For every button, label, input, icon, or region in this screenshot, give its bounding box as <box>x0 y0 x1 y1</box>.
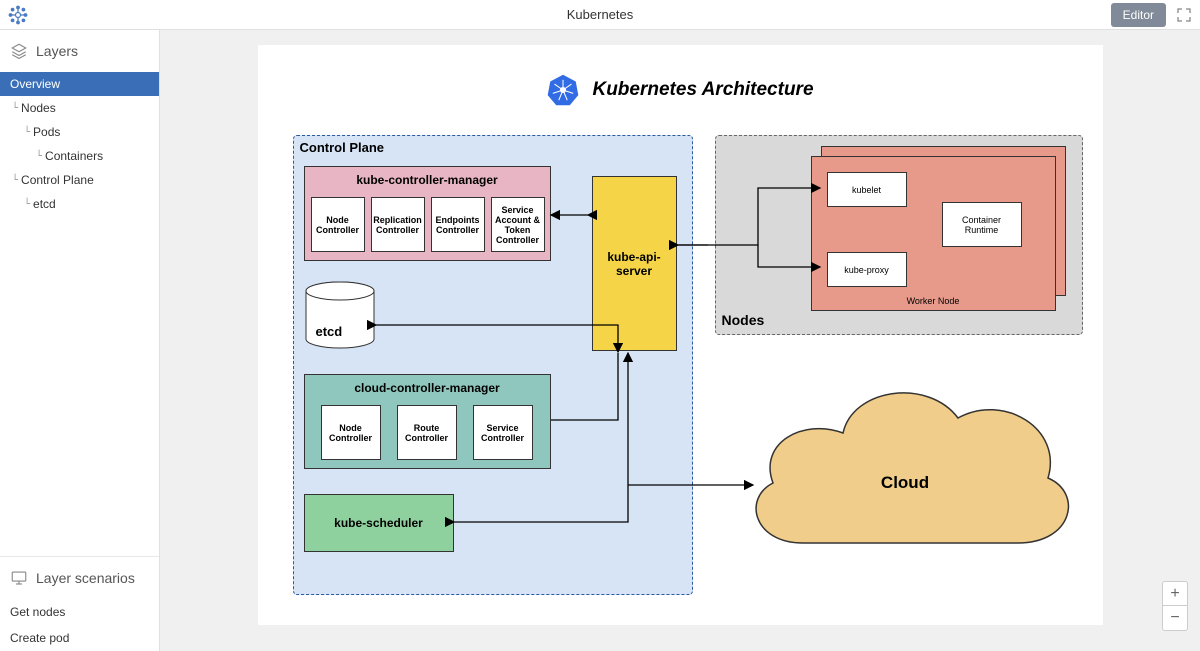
tree-item-control-plane[interactable]: └Control Plane <box>0 168 159 192</box>
scheduler-box: kube-scheduler <box>304 494 454 552</box>
diagram-title: Kubernetes Architecture <box>592 79 813 101</box>
kcm-ep-ctrl: Endpoints Controller <box>431 197 485 252</box>
scenario-create-pod[interactable]: Create pod <box>0 625 159 651</box>
layer-tree: Overview └Nodes └Pods └Containers └Contr… <box>0 72 159 216</box>
kcm-box: kube-controller-manager Node Controller … <box>304 166 551 261</box>
monitor-icon <box>10 569 28 587</box>
scheduler-label: kube-scheduler <box>334 516 423 530</box>
control-plane-box: Control Plane kube-controller-manager No… <box>293 135 693 595</box>
nodes-label: Nodes <box>722 312 765 328</box>
kcm-node-ctrl: Node Controller <box>311 197 365 252</box>
kcm-title: kube-controller-manager <box>305 167 550 187</box>
nodes-box: Nodes kubelet kube-proxy Container Runti… <box>715 135 1083 335</box>
topbar: Kubernetes Editor <box>0 0 1200 30</box>
control-plane-label: Control Plane <box>300 140 385 155</box>
tree-item-pods[interactable]: └Pods <box>0 120 159 144</box>
ccm-node-ctrl: Node Controller <box>321 405 381 460</box>
diagram: Kubernetes Architecture Control Plane ku… <box>258 45 1103 625</box>
app-logo-icon <box>8 5 28 25</box>
scenarios-header-label: Layer scenarios <box>36 570 135 586</box>
zoom-in-button[interactable]: + <box>1163 582 1187 606</box>
kubernetes-logo-icon <box>546 73 580 107</box>
worker-node-label: Worker Node <box>812 296 1055 306</box>
kube-proxy-box: kube-proxy <box>827 252 907 287</box>
ccm-svc-ctrl: Service Controller <box>473 405 533 460</box>
fullscreen-icon[interactable] <box>1176 7 1192 23</box>
kcm-svc-ctrl: Service Account & Token Controller <box>491 197 545 252</box>
zoom-control: + − <box>1162 581 1188 631</box>
ccm-box: cloud-controller-manager Node Controller… <box>304 374 551 469</box>
etcd-cylinder-icon <box>304 281 376 351</box>
zoom-out-button[interactable]: − <box>1163 606 1187 630</box>
scenario-get-nodes[interactable]: Get nodes <box>0 599 159 625</box>
layers-icon <box>10 42 28 60</box>
api-server-box: kube-api-server <box>592 176 677 351</box>
tree-item-containers[interactable]: └Containers <box>0 144 159 168</box>
sidebar: Layers Overview └Nodes └Pods └Containers… <box>0 30 160 651</box>
container-runtime-box: Container Runtime <box>942 202 1022 247</box>
tree-item-etcd[interactable]: └etcd <box>0 192 159 216</box>
kcm-repl-ctrl: Replication Controller <box>371 197 425 252</box>
scenarios-header: Layer scenarios <box>0 557 159 599</box>
kubelet-box: kubelet <box>827 172 907 207</box>
layers-header: Layers <box>0 30 159 72</box>
cloud-label: Cloud <box>880 473 928 492</box>
page-title: Kubernetes <box>567 7 634 22</box>
cloud-shape: Cloud <box>733 363 1078 573</box>
worker-node-front: kubelet kube-proxy Container Runtime Wor… <box>811 156 1056 311</box>
tree-item-overview[interactable]: Overview <box>0 72 159 96</box>
ccm-title: cloud-controller-manager <box>305 375 550 395</box>
layers-header-label: Layers <box>36 43 78 59</box>
editor-button[interactable]: Editor <box>1111 3 1166 27</box>
canvas[interactable]: Kubernetes Architecture Control Plane ku… <box>160 30 1200 651</box>
tree-item-nodes[interactable]: └Nodes <box>0 96 159 120</box>
ccm-route-ctrl: Route Controller <box>397 405 457 460</box>
etcd-label: etcd <box>316 324 343 339</box>
api-server-label: kube-api-server <box>593 250 676 278</box>
